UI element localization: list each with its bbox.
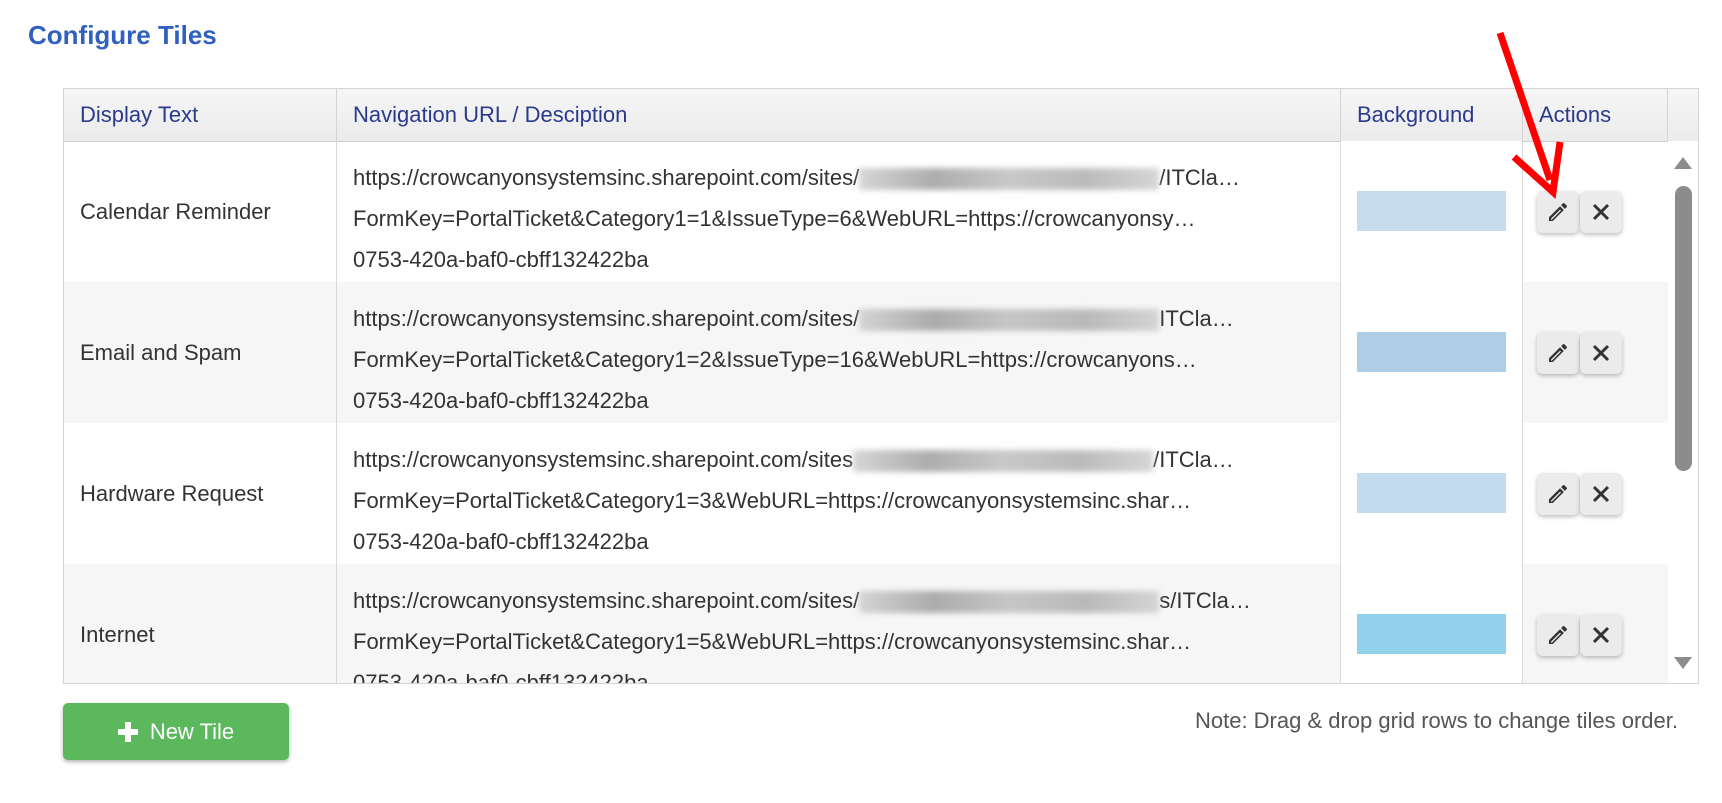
background-cell [1341, 423, 1523, 564]
scroll-up-arrow-icon[interactable] [1674, 157, 1692, 169]
close-icon [1592, 344, 1610, 362]
url-suffix: /ITCla… [1159, 165, 1240, 190]
table-row[interactable]: Hardware Request https://crowcanyonsyste… [64, 423, 1668, 564]
background-cell [1341, 282, 1523, 423]
delete-button[interactable] [1580, 614, 1622, 656]
url-line-2: FormKey=PortalTicket&Category1=5&WebURL=… [353, 629, 1192, 654]
redacted-blur [859, 591, 1160, 614]
table-row[interactable]: Internet https://crowcanyonsystemsinc.sh… [64, 564, 1668, 684]
close-icon [1592, 626, 1610, 644]
new-tile-button[interactable]: New Tile [63, 703, 289, 760]
url-prefix: https://crowcanyonsystemsinc.sharepoint.… [353, 306, 860, 331]
edit-button[interactable] [1537, 473, 1579, 515]
table-row[interactable]: Calendar Reminder https://crowcanyonsyst… [64, 141, 1668, 282]
navigation-url-cell: https://crowcanyonsystemsinc.sharepoint.… [337, 141, 1341, 282]
close-icon [1592, 203, 1610, 221]
background-color-swatch [1357, 473, 1506, 513]
delete-button[interactable] [1580, 332, 1622, 374]
scroll-down-arrow-icon[interactable] [1674, 657, 1692, 669]
display-text-cell: Calendar Reminder [64, 141, 337, 282]
edit-button[interactable] [1537, 191, 1579, 233]
url-suffix: ITCla… [1159, 306, 1234, 331]
delete-button[interactable] [1580, 473, 1622, 515]
column-header-navigation-url[interactable]: Navigation URL / Desciption [337, 89, 1341, 141]
pencil-icon [1549, 202, 1567, 221]
actions-cell [1523, 282, 1668, 423]
redacted-blur [853, 450, 1154, 473]
new-tile-label: New Tile [149, 718, 235, 744]
background-cell [1341, 141, 1523, 282]
column-header-actions: Actions [1523, 89, 1668, 141]
column-header-display-text[interactable]: Display Text [64, 89, 337, 141]
display-text-cell: Internet [64, 564, 337, 683]
background-cell [1341, 564, 1523, 683]
page-title: Configure Tiles [28, 20, 217, 50]
delete-button[interactable] [1580, 191, 1622, 233]
url-line-2: FormKey=PortalTicket&Category1=3&WebURL=… [353, 488, 1192, 513]
actions-cell [1523, 423, 1668, 564]
display-text-cell: Hardware Request [64, 423, 337, 564]
tiles-grid: Display Text Navigation URL / Desciption… [63, 88, 1699, 684]
plus-icon [117, 721, 138, 742]
background-color-swatch [1357, 614, 1506, 654]
url-suffix: s/ITCla… [1159, 588, 1251, 613]
drag-drop-note: Note: Drag & drop grid rows to change ti… [1194, 708, 1678, 733]
grid-header: Display Text Navigation URL / Desciption… [64, 89, 1698, 142]
redacted-blur [859, 309, 1160, 332]
redacted-blur [859, 168, 1160, 191]
table-row[interactable]: Email and Spam https://crowcanyonsystems… [64, 282, 1668, 423]
url-line-1: https://crowcanyonsystemsinc.sharepoint.… [353, 580, 1333, 621]
navigation-url-cell: https://crowcanyonsystemsinc.sharepoint.… [337, 282, 1341, 423]
background-color-swatch [1357, 332, 1506, 372]
url-suffix: /ITCla… [1153, 447, 1234, 472]
url-line-3: 0753-420a-baf0-cbff132422ba [353, 247, 649, 272]
navigation-url-cell: https://crowcanyonsystemsinc.sharepoint.… [337, 423, 1341, 564]
url-line-3: 0753-420a-baf0-cbff132422ba [353, 670, 649, 684]
url-prefix: https://crowcanyonsystemsinc.sharepoint.… [353, 165, 860, 190]
url-prefix: https://crowcanyonsystemsinc.sharepoint.… [353, 588, 860, 613]
edit-button[interactable] [1537, 614, 1579, 656]
url-line-1: https://crowcanyonsystemsinc.sharepoint.… [353, 298, 1333, 339]
url-line-2: FormKey=PortalTicket&Category1=2&IssueTy… [353, 347, 1197, 372]
column-header-background[interactable]: Background [1341, 89, 1523, 141]
edit-button[interactable] [1537, 332, 1579, 374]
close-icon [1592, 485, 1610, 503]
pencil-icon [1549, 625, 1567, 644]
scrollbar-thumb[interactable] [1675, 186, 1692, 471]
url-line-3: 0753-420a-baf0-cbff132422ba [353, 388, 649, 413]
url-line-3: 0753-420a-baf0-cbff132422ba [353, 529, 649, 554]
url-prefix: https://crowcanyonsystemsinc.sharepoint.… [353, 447, 854, 472]
url-line-2: FormKey=PortalTicket&Category1=1&IssueTy… [353, 206, 1196, 231]
background-color-swatch [1357, 191, 1506, 231]
url-line-1: https://crowcanyonsystemsinc.sharepoint.… [353, 157, 1333, 198]
actions-cell [1523, 564, 1668, 683]
navigation-url-cell: https://crowcanyonsystemsinc.sharepoint.… [337, 564, 1341, 684]
pencil-icon [1549, 343, 1567, 362]
actions-cell [1523, 141, 1668, 282]
display-text-cell: Email and Spam [64, 282, 337, 423]
vertical-scrollbar[interactable] [1668, 141, 1698, 683]
pencil-icon [1549, 484, 1567, 503]
url-line-1: https://crowcanyonsystemsinc.sharepoint.… [353, 439, 1333, 480]
